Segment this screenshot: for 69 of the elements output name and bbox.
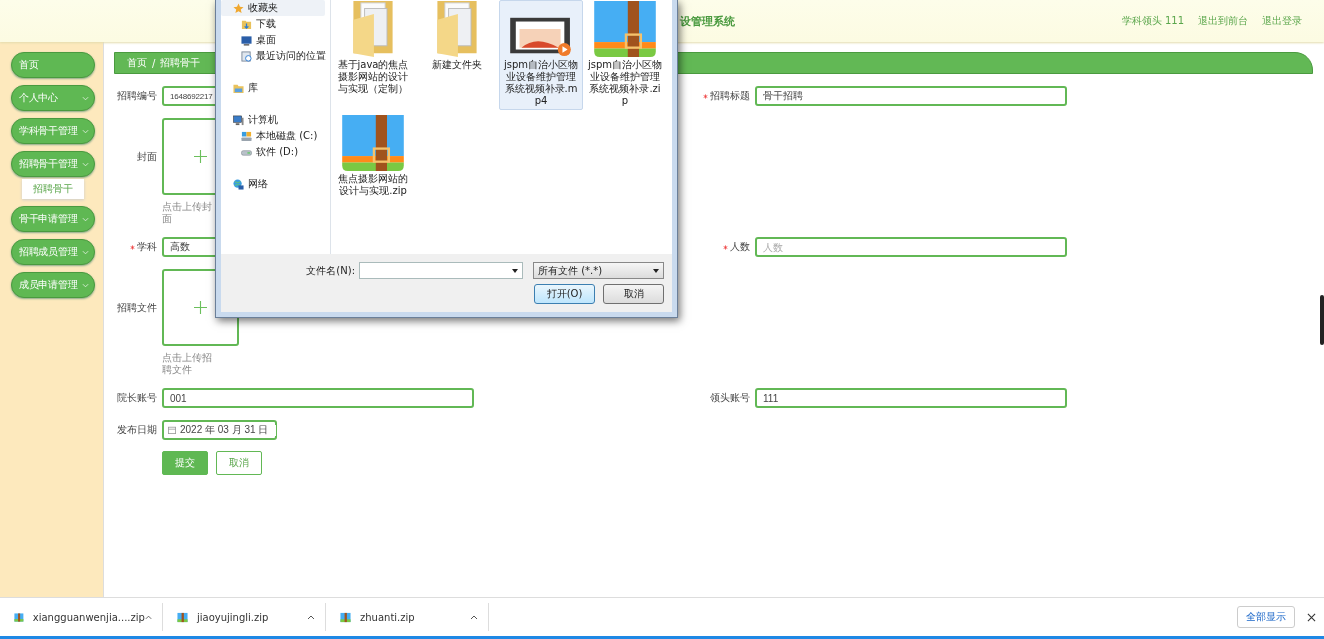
field-label: 院长账号 — [117, 391, 157, 405]
site-title: 设管理系统 — [680, 13, 735, 29]
scrollbar-thumb[interactable] — [1320, 295, 1324, 345]
upload-hint: 点击上传封面 — [162, 201, 212, 225]
caret-icon[interactable] — [307, 614, 315, 620]
nav-item[interactable]: 本地磁盘 (C:) — [221, 128, 330, 144]
chevron-icon — [82, 249, 89, 255]
caret-icon[interactable] — [470, 614, 478, 620]
file-item[interactable]: 焦点摄影网站的设计与实现.zip — [331, 114, 415, 200]
nav-item[interactable]: 最近访问的位置 — [221, 48, 330, 64]
cancel-button[interactable]: 取消 — [603, 284, 664, 304]
nav-item[interactable]: 网络 — [221, 176, 330, 192]
field-label: 封面 — [137, 149, 157, 164]
plus-icon — [194, 150, 207, 163]
filename-field[interactable] — [359, 262, 523, 279]
download-name[interactable]: jiaoyujingli.zip — [197, 611, 269, 623]
zip-archive-icon — [340, 611, 351, 623]
field-label: 招聘文件 — [117, 300, 157, 315]
nav-item[interactable]: 桌面 — [221, 32, 330, 48]
file-item[interactable]: 新建文件夹 — [415, 0, 499, 110]
nav-item[interactable]: 计算机 — [221, 112, 330, 128]
nav-item[interactable]: 下载 — [221, 16, 330, 32]
text-field[interactable]: 骨干招聘 — [755, 86, 1067, 106]
chevron-icon — [82, 282, 89, 288]
text-field[interactable]: 111 — [755, 388, 1067, 408]
filename-label: 文件名(N): — [306, 263, 355, 278]
dropdown-icon — [653, 268, 659, 273]
close-icon[interactable] — [1307, 612, 1316, 622]
document-icon — [241, 50, 252, 62]
zip-archive-icon — [177, 611, 188, 623]
field-label: 领头账号 — [710, 391, 750, 405]
download-name[interactable]: zhuanti.zip — [360, 611, 415, 623]
computer-icon — [233, 114, 244, 126]
folder-icon — [241, 18, 252, 30]
date-field[interactable]: 2022 年 03 月 31 日 — [162, 420, 277, 440]
folder-icon — [233, 82, 244, 94]
nav-item[interactable]: 收藏夹 — [221, 0, 325, 16]
chevron-icon — [82, 95, 89, 101]
field-label: 发布日期 — [117, 423, 157, 437]
drive-icon — [241, 130, 252, 142]
file-item[interactable]: jspm自治小区物业设备维护管理系统视频补录.mp4 — [499, 0, 583, 110]
field-label: 人数 — [730, 240, 750, 254]
file-item[interactable]: 基于java的焦点摄影网站的设计与实现（定制） — [331, 0, 415, 110]
star-icon — [233, 2, 244, 14]
field-label: 招聘标题 — [710, 89, 750, 103]
nav-item[interactable]: 库 — [221, 80, 330, 96]
breadcrumb-separator: / — [152, 57, 156, 69]
nav-item[interactable]: 软件 (D:) — [221, 144, 330, 160]
text-field[interactable]: 001 — [162, 388, 474, 408]
zip-archive-icon — [14, 611, 24, 623]
download-name[interactable]: xiangguanwenjia....zip — [32, 611, 145, 623]
chevron-icon — [82, 216, 89, 222]
field-label: 学科 — [137, 240, 157, 254]
file-item[interactable]: jspm自治小区物业设备维护管理系统视频补录.zip — [583, 0, 667, 110]
file-type-dropdown[interactable]: 所有文件 (*.*) — [533, 262, 664, 279]
chevron-icon — [82, 161, 89, 167]
text-field[interactable]: 人数 — [755, 237, 1067, 257]
show-all-button[interactable]: 全部显示 — [1237, 606, 1295, 628]
chevron-icon — [82, 128, 89, 134]
zip-archive-icon — [340, 115, 406, 171]
open-button[interactable]: 打开(O) — [534, 284, 595, 304]
plus-icon — [194, 301, 207, 314]
field-label: 招聘编号 — [117, 89, 157, 103]
calendar-icon — [168, 426, 176, 434]
dropdown-icon — [512, 268, 518, 273]
monitor-icon — [241, 34, 252, 46]
upload-hint: 点击上传招聘文件 — [162, 352, 212, 376]
zip-archive-icon — [592, 1, 658, 57]
network-icon — [233, 178, 244, 190]
